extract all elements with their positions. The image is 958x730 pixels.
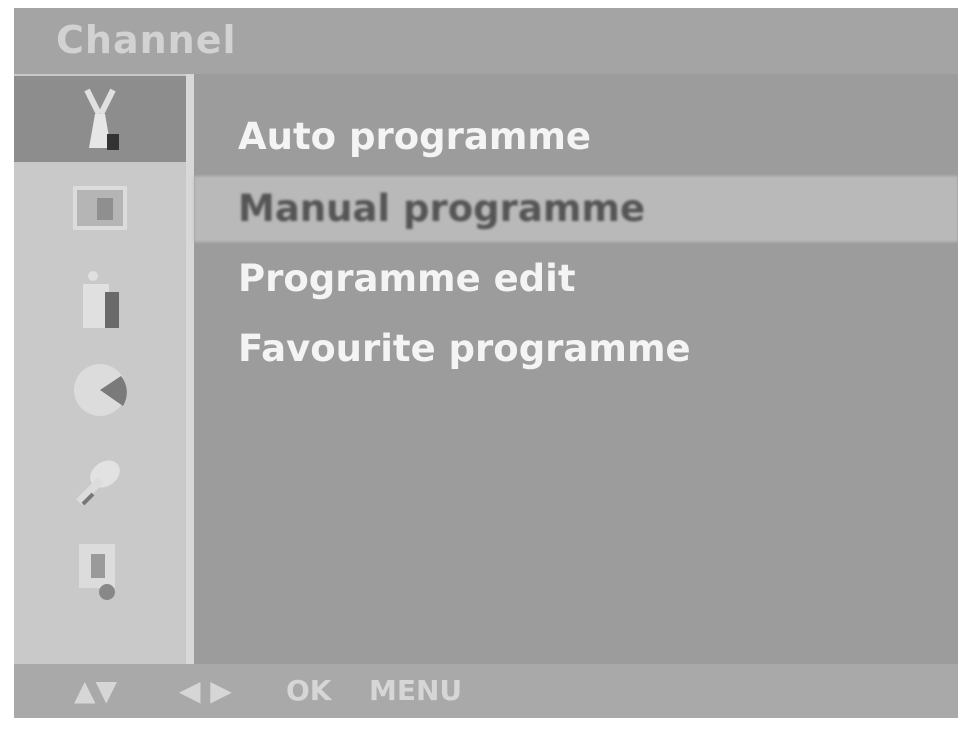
tv-osd-menu: Channel Auto programme Manual programme … xyxy=(14,8,958,718)
leftright-arrows-icon: ◀ ▶ xyxy=(179,674,232,707)
channel-antenna-icon xyxy=(84,88,119,150)
updown-arrows-icon: ▲▼ xyxy=(74,674,118,707)
menu-item-manual-programme[interactable]: Manual programme xyxy=(194,176,958,242)
ok-hint: OK xyxy=(286,674,332,707)
menu-item-auto-programme[interactable]: Auto programme xyxy=(194,104,958,170)
category-sidebar xyxy=(14,74,194,664)
menu-title: Channel xyxy=(56,18,237,62)
special-settings-icon xyxy=(76,460,120,506)
sound-icon xyxy=(83,271,119,328)
menu-title-bar: Channel xyxy=(14,8,958,74)
time-clock-icon xyxy=(74,364,127,416)
sidebar-item-time[interactable] xyxy=(14,346,186,432)
menu-item-programme-edit[interactable]: Programme edit xyxy=(194,246,958,312)
menu-item-favourite-programme[interactable]: Favourite programme xyxy=(194,316,958,382)
menu-item-label: Manual programme xyxy=(238,187,646,230)
picture-icon xyxy=(73,186,127,230)
sidebar-item-special[interactable] xyxy=(14,436,186,522)
sidebar-item-screen[interactable] xyxy=(14,526,186,612)
menu-item-label: Favourite programme xyxy=(238,327,691,370)
sidebar-divider xyxy=(186,74,194,664)
sidebar-item-channel[interactable] xyxy=(14,76,186,162)
sidebar-item-sound[interactable] xyxy=(14,256,186,342)
sidebar-item-picture[interactable] xyxy=(14,166,186,252)
menu-item-label: Auto programme xyxy=(238,115,592,158)
navigation-hint-bar: ▲▼ ◀ ▶ OK MENU xyxy=(14,664,958,718)
screen-icon xyxy=(79,544,115,600)
menu-hint: MENU xyxy=(369,674,463,707)
menu-options-panel: Auto programme Manual programme Programm… xyxy=(194,74,958,664)
menu-item-label: Programme edit xyxy=(238,257,576,300)
